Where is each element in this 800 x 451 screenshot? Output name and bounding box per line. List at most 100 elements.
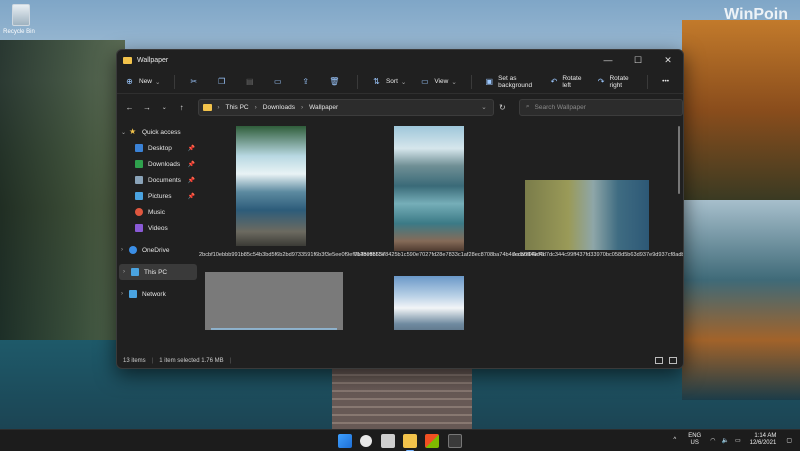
up-arrow-icon[interactable]: ↑	[175, 103, 188, 112]
recycle-bin-shortcut[interactable]: Recycle Bin	[3, 4, 36, 35]
rotate-left-icon: ↶	[550, 77, 558, 86]
wifi-icon[interactable]: ◠	[710, 437, 715, 444]
rename-button[interactable]: ▭	[273, 77, 287, 86]
set-background-icon: ▣	[485, 77, 494, 86]
breadcrumb-this-pc[interactable]: This PC	[225, 104, 248, 111]
search-icon: ⌕	[525, 103, 530, 110]
sidebar-item-quick-access[interactable]: ⌄ ★ Quick access	[117, 124, 199, 140]
copy-button[interactable]: ❐	[217, 77, 231, 86]
new-button[interactable]: ⊕ New ⌄	[125, 77, 160, 86]
file-caption[interactable]: 7cd55949d4d7dc344c99ff437fd33970bc058d5b…	[512, 252, 683, 259]
chevron-up-icon[interactable]: ^	[673, 437, 676, 443]
language-indicator[interactable]: ENG US	[688, 433, 701, 447]
folder-icon	[203, 103, 213, 111]
window-title: Wallpaper	[137, 56, 169, 64]
desktop-scenery-right-water	[682, 200, 800, 400]
sidebar-item-label: OneDrive	[142, 246, 170, 254]
computer-icon	[131, 268, 139, 276]
desktop-scenery-left	[0, 40, 125, 340]
share-button[interactable]: ⇪	[301, 77, 315, 86]
chevron-right-icon: ›	[121, 247, 123, 253]
copy-icon: ❐	[218, 77, 226, 86]
sidebar-item-desktop[interactable]: Desktop 📌	[117, 140, 199, 156]
file-thumbnail-snowy-peaks[interactable]	[394, 276, 464, 330]
taskbar: ^ ENG US ◠ 🔈 ▭ 1:14 AM 12/6/2021 ▢	[0, 429, 800, 451]
address-bar[interactable]: › This PC › Downloads › Wallpaper ⌄	[198, 98, 494, 116]
view-button[interactable]: ▭ View ⌄	[420, 77, 457, 86]
chevron-right-icon: ›	[300, 103, 304, 111]
sort-button[interactable]: ⇅ Sort ⌄	[372, 77, 406, 86]
chevron-down-icon: ⌄	[121, 129, 127, 136]
file-thumbnail-lake-dock[interactable]	[394, 126, 464, 251]
search-icon[interactable]	[360, 435, 372, 447]
navigation-bar: ← → ⌄ ↑ › This PC › Downloads › Wallpape…	[117, 94, 683, 120]
file-selected-highlight[interactable]	[205, 272, 343, 330]
refresh-icon[interactable]: ↻	[494, 103, 511, 112]
notification-icon[interactable]: ▢	[786, 437, 792, 444]
file-caption[interactable]: 7b289566578425b1c590e7027fd28e7833c1af28…	[354, 252, 544, 259]
task-view-icon[interactable]	[381, 434, 395, 448]
sidebar-item-this-pc[interactable]: › This PC	[119, 264, 197, 280]
back-arrow-icon[interactable]: ←	[123, 103, 136, 112]
search-input[interactable]	[534, 103, 675, 111]
cut-button[interactable]: ✂	[189, 77, 203, 86]
document-icon	[135, 176, 143, 184]
trash-icon: 🗑	[329, 77, 340, 86]
battery-icon[interactable]: ▭	[735, 437, 741, 444]
maximize-button[interactable]: ☐	[623, 55, 653, 66]
file-thumbnail-mountain-lake[interactable]	[211, 328, 337, 330]
plus-circle-icon: ⊕	[126, 77, 133, 86]
file-caption[interactable]: 2bcbf10ebbb991b85c54b3bd5f6b2bd9733591f6…	[199, 252, 385, 259]
breadcrumb-downloads[interactable]: Downloads	[263, 104, 295, 111]
desktop-dock-scenery	[332, 362, 472, 430]
share-icon: ⇪	[302, 77, 310, 86]
sidebar-item-label: Pictures	[148, 192, 172, 200]
toolbar-divider	[470, 74, 472, 89]
more-options-button[interactable]: •••	[662, 78, 669, 85]
file-thumbnail-coast[interactable]	[525, 180, 649, 250]
view-label: View	[434, 78, 449, 85]
sort-icon: ⇅	[373, 77, 380, 86]
sidebar-item-onedrive[interactable]: › OneDrive	[117, 242, 199, 258]
details-view-icon[interactable]	[655, 356, 664, 364]
rotate-right-icon: ↷	[597, 77, 605, 86]
clock-time: 1:14 AM	[754, 433, 777, 439]
toolbar-divider	[647, 74, 649, 89]
address-dropdown-icon[interactable]: ⌄	[481, 103, 486, 111]
sidebar-item-documents[interactable]: Documents 📌	[117, 172, 199, 188]
paste-button[interactable]: ▤	[245, 77, 259, 86]
status-bar: 13 items | 1 item selected 1.76 MB |	[117, 354, 683, 368]
file-thumbnail-waterfall[interactable]	[236, 126, 306, 246]
title-bar[interactable]: Wallpaper — ☐ ✕	[117, 50, 683, 70]
minimize-button[interactable]: —	[593, 55, 623, 65]
set-as-background-button[interactable]: ▣ Set as background	[486, 75, 537, 89]
sidebar-item-downloads[interactable]: Downloads 📌	[117, 156, 199, 172]
delete-button[interactable]: 🗑	[329, 77, 343, 86]
rotate-left-button[interactable]: ↶ Rotate left	[551, 75, 584, 89]
vertical-scrollbar[interactable]	[678, 126, 680, 194]
breadcrumb-wallpaper[interactable]: Wallpaper	[309, 104, 338, 111]
sidebar-item-label: Documents	[148, 176, 181, 184]
sidebar-item-pictures[interactable]: Pictures 📌	[117, 188, 199, 204]
store-icon[interactable]	[425, 434, 439, 448]
search-box[interactable]: ⌕	[518, 98, 683, 116]
sidebar-item-music[interactable]: Music	[117, 204, 199, 220]
volume-icon[interactable]: 🔈	[721, 437, 728, 444]
music-icon	[135, 208, 143, 216]
picture-icon	[135, 192, 143, 200]
tiles-view-icon[interactable]	[669, 356, 677, 364]
close-button[interactable]: ✕	[653, 55, 683, 66]
item-count: 13 items	[123, 358, 146, 364]
recent-locations-chevron-icon[interactable]: ⌄	[158, 104, 171, 111]
terminal-icon[interactable]	[448, 434, 462, 448]
sidebar-item-videos[interactable]: Videos	[117, 220, 199, 236]
start-windows-icon[interactable]	[338, 434, 352, 448]
sidebar-item-network[interactable]: › Network	[117, 286, 199, 302]
selection-info: 1 item selected 1.76 MB	[159, 358, 224, 364]
scissors-icon: ✂	[190, 77, 198, 86]
clock[interactable]: 1:14 AM 12/6/2021	[750, 433, 777, 447]
file-explorer-icon[interactable]	[403, 434, 417, 451]
forward-arrow-icon[interactable]: →	[140, 103, 153, 112]
language-top: ENG	[688, 433, 702, 439]
rotate-right-button[interactable]: ↷ Rotate right	[598, 75, 634, 89]
